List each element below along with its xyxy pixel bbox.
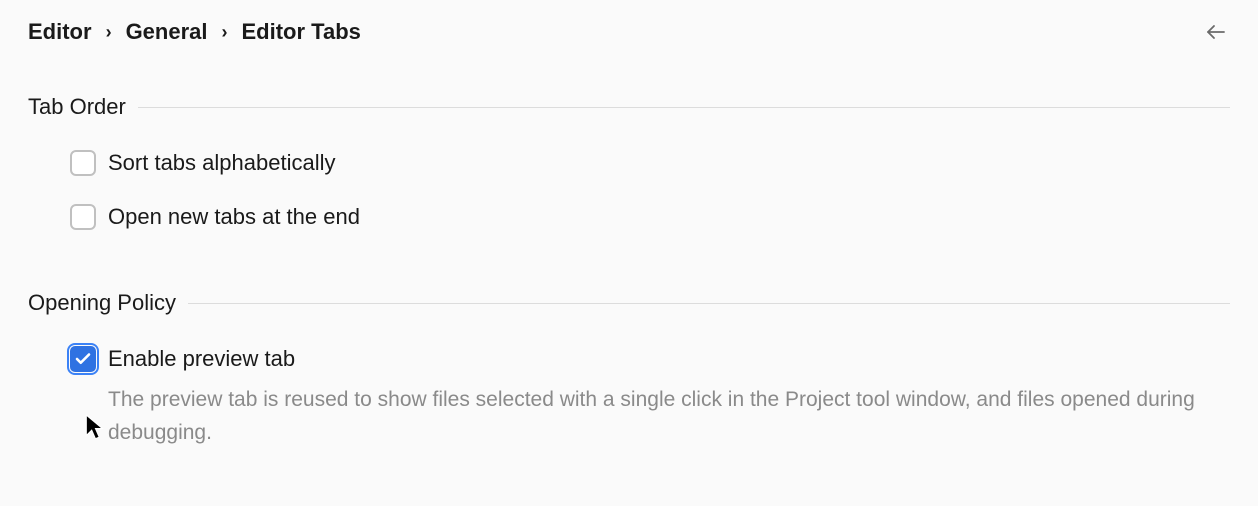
chevron-right-icon: › [106,22,112,43]
section-tab-order: Tab Order Sort tabs alphabetically Open … [28,94,1230,230]
section-divider [138,107,1230,108]
settings-content: Tab Order Sort tabs alphabetically Open … [0,64,1258,449]
chevron-right-icon: › [222,22,228,43]
section-header: Tab Order [28,94,1230,120]
option-label: Open new tabs at the end [108,204,360,230]
breadcrumb: Editor › General › Editor Tabs [28,19,361,45]
section-opening-policy: Opening Policy Enable preview tab The pr… [28,290,1230,449]
section-title: Tab Order [28,94,126,120]
option-label: Enable preview tab [108,346,1230,372]
back-button[interactable] [1202,18,1230,46]
option-sort-alphabetically[interactable]: Sort tabs alphabetically [70,150,1230,176]
option-label: Sort tabs alphabetically [108,150,335,176]
section-divider [188,303,1230,304]
checkbox-enable-preview-tab[interactable] [70,346,96,372]
settings-header: Editor › General › Editor Tabs [0,0,1258,64]
arrow-left-icon [1204,20,1228,44]
section-title: Opening Policy [28,290,176,316]
option-description: The preview tab is reused to show files … [108,384,1230,449]
breadcrumb-mid[interactable]: General [126,19,208,45]
breadcrumb-leaf: Editor Tabs [242,19,361,45]
checkbox-open-new-tabs-end[interactable] [70,204,96,230]
section-header: Opening Policy [28,290,1230,316]
option-enable-preview-tab[interactable]: Enable preview tab The preview tab is re… [70,346,1230,449]
checkbox-sort-alphabetically[interactable] [70,150,96,176]
breadcrumb-root[interactable]: Editor [28,19,92,45]
option-open-new-tabs-end[interactable]: Open new tabs at the end [70,204,1230,230]
option-text: Enable preview tab The preview tab is re… [108,346,1230,449]
